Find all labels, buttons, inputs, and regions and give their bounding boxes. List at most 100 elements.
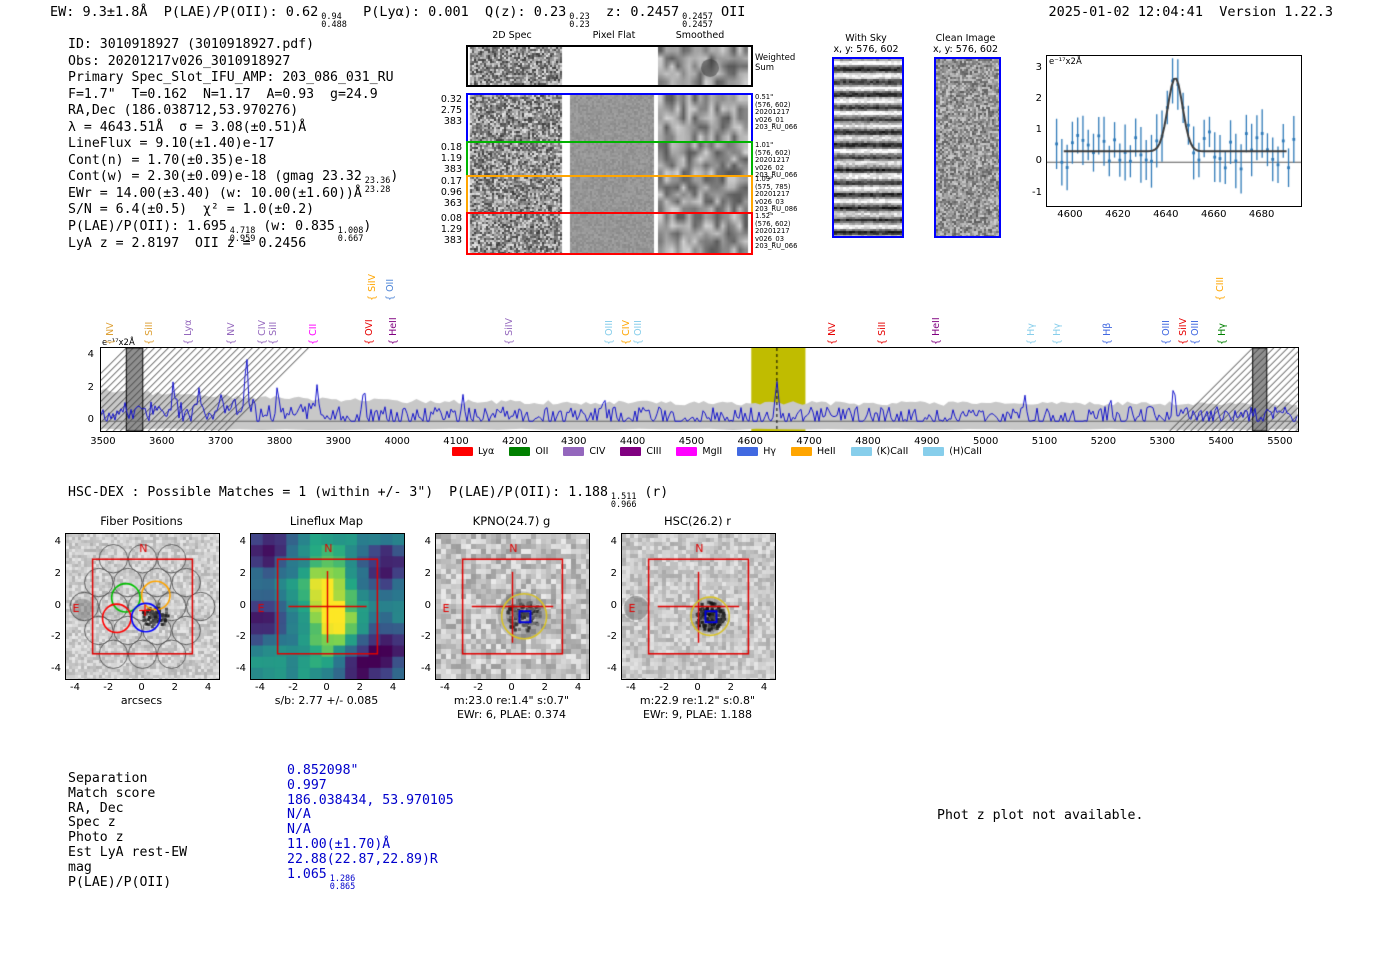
- cutout-2-ytick-4: 4: [424, 536, 431, 548]
- stacked-uncertainty: 1.286 0.865: [330, 874, 356, 891]
- spec-xtick-5300: 5300: [1149, 436, 1175, 447]
- spec-ytick-0: 0: [87, 414, 94, 426]
- cutout-2-xtick-2: 2: [541, 682, 548, 693]
- spec-xtick-3700: 3700: [207, 436, 234, 447]
- legend-label-CIII: CIII: [646, 446, 662, 457]
- match-value-5: 11.00(±1.70)Å: [287, 837, 391, 852]
- spec-xtick-3800: 3800: [266, 436, 293, 447]
- info-line-10: S/N = 6.4(±0.5) χ² = 1.0(±0.2): [68, 202, 315, 218]
- cutout-title-2: KPNO(24.7) g: [472, 514, 551, 528]
- zoom-xtick-4680: 4680: [1248, 209, 1275, 220]
- spec-ytick-2: 2: [87, 381, 94, 393]
- legend-swatch-(K)CaII: [850, 447, 872, 456]
- cutout-2-ytick-2: 2: [424, 567, 431, 579]
- cutout-canvas-2-wrap: [435, 533, 590, 680]
- cutout-1-xtick-4: 4: [389, 682, 397, 693]
- cutout-0-xtick-2: 2: [171, 682, 178, 693]
- header-summary-line: EW: 9.3±1.8Å P(LAE)/P(OII): 0.62 0.94 0.48…: [50, 4, 746, 31]
- cutout-1-caption: s/b: 2.77 +/- 0.085: [274, 694, 379, 707]
- cleanimg-canvas-wrap: [934, 57, 1001, 238]
- info-line-11: P(LAE)/P(OII): 1.695 4.718 0.959 (w: 0.835…: [68, 219, 372, 245]
- uncertainty-lower: 0.488: [321, 20, 347, 31]
- uncertainty-lower: 0.2457: [682, 20, 713, 31]
- cutout-1-xtick-0: 0: [323, 682, 330, 693]
- legend-item-CIII: CIII: [620, 446, 661, 457]
- cutout-canvas-0: [66, 534, 219, 679]
- emission-label-Hγ-19: { Hγ: [1052, 323, 1064, 345]
- header-datetime-version: 2025-01-02 12:04:41 Version 1.22.3: [1048, 4, 1333, 20]
- emission-label-HeII-10: { HeII: [388, 317, 400, 345]
- cutout-1-ytick--2: -2: [236, 631, 246, 643]
- spec-xtick-4000: 4000: [384, 436, 410, 447]
- emission-label-OVI-7: { OVI: [364, 319, 376, 345]
- cutout-canvas-2: [436, 534, 589, 679]
- emission-label-Hγ-25: { Hγ: [1217, 323, 1229, 345]
- cutout-0-ytick-0: 0: [54, 599, 61, 611]
- spec2d-right-labels-0: Weighted Sum: [755, 53, 796, 73]
- match-value-0: 0.852098": [287, 763, 359, 778]
- emission-label-NV-15: { NV: [826, 322, 838, 345]
- spec2d-row-2-canvas: [468, 143, 751, 175]
- spec-xtick-3900: 3900: [325, 436, 352, 447]
- stacked-uncertainty: 0.23 0.23: [569, 13, 589, 30]
- legend-swatch-OII: [509, 447, 531, 456]
- cutout-0-ytick-4: 4: [54, 536, 61, 548]
- cutout-1-xtick-2: 2: [356, 682, 363, 693]
- stacked-uncertainty: 0.2457 0.2457: [682, 13, 713, 31]
- legend-swatch-MgII: [676, 447, 698, 456]
- spec2d-left-labels-4: 0.08 1.29 383: [440, 213, 462, 246]
- cutout-2-ytick--2: -2: [421, 631, 431, 643]
- cutout-1-ytick-2: 2: [239, 567, 246, 579]
- spec-xtick-5100: 5100: [1031, 436, 1058, 447]
- cutout-3-xtick--4: -4: [625, 682, 636, 693]
- match-value-3: N/A: [287, 807, 311, 823]
- match-label-1: Match score: [68, 785, 156, 801]
- emission-label-SiII-16: { SiII: [876, 321, 888, 345]
- match-value-7: 1.065 1.286 0.865: [287, 866, 356, 892]
- zoom-ytick-1: 1: [1035, 124, 1042, 135]
- legend-item-OII: OII: [509, 446, 548, 457]
- cutout-canvas-3-wrap: [621, 533, 776, 680]
- emission-label-SiIV-22: { SiIV: [1178, 317, 1189, 345]
- photz-unavailable-note: Phot z plot not available.: [937, 808, 1144, 823]
- legend-item-HeII: HeII: [791, 446, 836, 457]
- spectrum-line-legend: Lyα OII CIV CIII MgII Hγ HeII (K)CaII (H)CaII: [452, 446, 982, 457]
- cutout-canvas-3: [622, 534, 775, 679]
- cutout-3-ytick--4: -4: [607, 662, 617, 674]
- legend-item-CIV: CIV: [563, 446, 605, 457]
- emission-label-SiIV-8: { SiIV: [367, 273, 379, 301]
- match-label-5: Est LyA rest-EW: [68, 845, 188, 860]
- legend-label-MgII: MgII: [702, 446, 723, 457]
- legend-item-MgII: MgII: [676, 446, 722, 457]
- cutout-1-ytick-0: 0: [239, 599, 246, 611]
- cutout-3-caption2: EWr: 9, PLAE: 1.188: [642, 708, 753, 721]
- spec2d-row-4-canvas: [468, 214, 751, 253]
- spec-xtick-3500: 3500: [90, 436, 116, 447]
- legend-swatch-(H)CaII: [923, 447, 945, 456]
- legend-label-(H)CaII: (H)CaII: [949, 446, 982, 457]
- spec2d-col-title-2: Smoothed: [675, 30, 725, 41]
- cutout-0-xtick-4: 4: [204, 682, 212, 693]
- match-label-6: mag: [68, 859, 92, 875]
- cutout-3-xtick--2: -2: [659, 682, 670, 693]
- cutout-0-xtick--2: -2: [103, 682, 114, 693]
- info-line-6: LineFlux = 9.10(±1.40)e-17: [68, 136, 275, 152]
- legend-swatch-Lyα: [452, 447, 473, 456]
- emission-label-NV-3: { NV: [225, 322, 237, 345]
- match-label-4: Photo z: [68, 830, 124, 846]
- spec2d-row-0-canvas-wrap: [466, 45, 753, 87]
- spec-ytick-4: 4: [87, 349, 94, 361]
- emission-label-SiII-1: { SiII: [144, 321, 156, 345]
- cutout-3-ytick-0: 0: [610, 599, 617, 611]
- cutout-1-xtick--4: -4: [254, 682, 265, 693]
- spec2d-row-3-canvas: [468, 177, 751, 212]
- cutout-2-caption2: EWr: 6, PLAE: 0.374: [456, 708, 567, 721]
- cutout-title-0: Fiber Positions: [100, 514, 183, 528]
- full-spectrum-canvas-wrap: [100, 347, 1299, 432]
- line-fit-canvas: [1047, 56, 1301, 206]
- emission-label-CIV-4: { CIV: [257, 320, 268, 345]
- emission-label-OII-9: { OII: [384, 278, 396, 301]
- legend-swatch-CIV: [563, 447, 585, 456]
- emission-label-SiIV-11: { SiIV: [504, 317, 516, 345]
- emission-label-CII-6: { CII: [308, 323, 320, 345]
